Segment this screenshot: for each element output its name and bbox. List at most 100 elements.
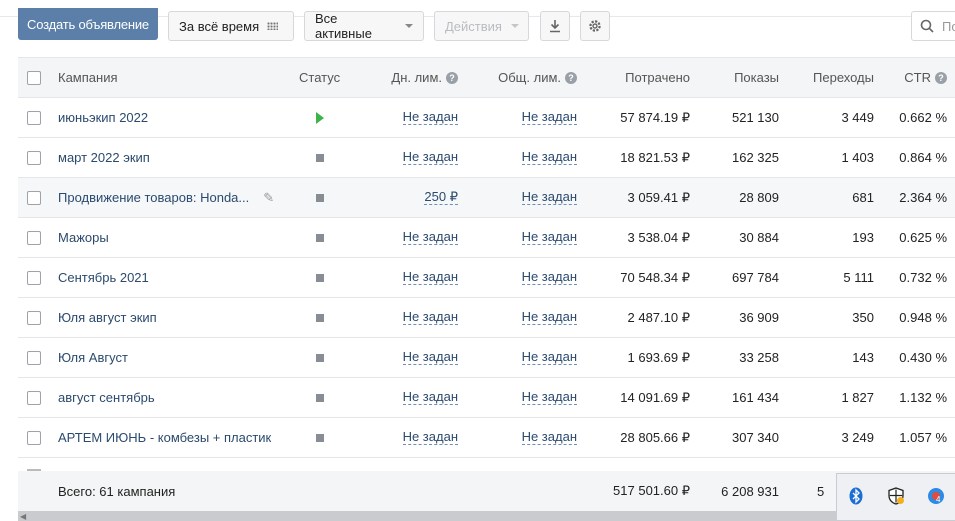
status-stopped-icon[interactable] [316, 393, 324, 402]
header-spent[interactable]: Потрачено [578, 58, 690, 97]
header-ctr[interactable]: CTR? [878, 58, 947, 97]
daily-limit-link[interactable]: 250 ₽ [424, 190, 458, 205]
table-row[interactable]: Сентябрь 2021 Не задан Не задан 70 548.34 ₽… [18, 258, 955, 298]
help-icon[interactable]: ? [446, 71, 458, 84]
row-checkbox-wrap[interactable] [27, 338, 41, 377]
search-input[interactable]: По [911, 11, 955, 41]
campaign-name-cell[interactable]: март 2022 экип [58, 138, 150, 177]
status-stopped-icon[interactable] [316, 273, 324, 282]
total-limit-cell[interactable]: Не задан [478, 218, 577, 257]
row-checkbox-wrap[interactable] [27, 218, 41, 257]
campaign-name[interactable]: июньэкип 2022 [58, 110, 148, 125]
daily-limit-link[interactable]: Не задан [402, 350, 458, 365]
table-row[interactable]: август сентябрь Не задан Не задан 14 091.69… [18, 378, 955, 418]
actions-select[interactable]: Действия [434, 11, 529, 41]
campaign-name-cell[interactable]: АРТЕМ ИЮНЬ - комбезы + пластик [58, 418, 271, 457]
total-limit-link[interactable]: Не задан [521, 110, 577, 125]
daily-limit-cell[interactable]: Не задан [358, 418, 458, 457]
daily-limit-cell[interactable]: Не задан [358, 98, 458, 137]
daily-limit-link[interactable]: Не задан [402, 150, 458, 165]
total-limit-link[interactable]: Не задан [521, 430, 577, 445]
total-limit-link[interactable]: Не задан [521, 310, 577, 325]
total-limit-cell[interactable]: Не задан [478, 138, 577, 177]
row-checkbox-wrap[interactable] [27, 138, 41, 177]
daily-limit-cell[interactable]: Не задан [358, 218, 458, 257]
header-daily-limit[interactable]: Дн. лим.? [358, 58, 458, 97]
daily-limit-cell[interactable]: Не задан [358, 298, 458, 337]
daily-limit-cell[interactable]: Не задан [358, 338, 458, 377]
campaign-name[interactable]: Сентябрь 2021 [58, 270, 149, 285]
daily-limit-cell[interactable]: 250 ₽ [358, 178, 458, 217]
total-limit-cell[interactable]: Не задан [478, 298, 577, 337]
table-row[interactable]: Мажоры Не задан Не задан 3 538.04 ₽ 30 884 19… [18, 218, 955, 258]
row-checkbox[interactable] [27, 150, 41, 165]
status-stopped-icon[interactable] [316, 433, 324, 442]
campaign-name-cell[interactable]: Юля Август [58, 338, 128, 377]
daily-limit-link[interactable]: Не задан [402, 270, 458, 285]
total-limit-cell[interactable]: Не задан [478, 258, 577, 297]
row-checkbox[interactable] [27, 430, 41, 445]
total-limit-link[interactable]: Не задан [521, 350, 577, 365]
campaign-name[interactable]: Мажоры [58, 230, 109, 245]
campaign-name-cell[interactable]: Продвижение товаров: Honda... ✎ [58, 178, 274, 217]
horizontal-scrollbar[interactable]: ◀ [18, 511, 955, 521]
campaign-name[interactable]: Юля август экип [58, 310, 157, 325]
row-checkbox[interactable] [27, 350, 41, 365]
status-stopped-icon[interactable] [316, 153, 324, 162]
status-cell[interactable] [308, 338, 332, 377]
table-row[interactable]: Юля Август Не задан Не задан 1 693.69 ₽ 33 2… [18, 338, 955, 378]
table-row[interactable]: АРТЕМ ИЮНЬ - комбезы + пластик Не задан Не… [18, 418, 955, 458]
daily-limit-link[interactable]: Не задан [402, 390, 458, 405]
status-stopped-icon[interactable] [316, 313, 324, 322]
status-cell[interactable] [308, 178, 332, 217]
total-limit-cell[interactable]: Не задан [478, 338, 577, 377]
total-limit-cell[interactable]: Не задан [478, 178, 577, 217]
campaign-name-cell[interactable]: август сентябрь [58, 378, 155, 417]
campaign-name[interactable]: АРТЕМ ИЮНЬ - комбезы + пластик [58, 430, 271, 445]
total-limit-cell[interactable]: Не задан [478, 418, 577, 457]
daily-limit-cell[interactable]: Не задан [358, 258, 458, 297]
status-stopped-icon[interactable] [316, 233, 324, 242]
row-checkbox[interactable] [27, 270, 41, 285]
header-clicks[interactable]: Переходы [788, 58, 874, 97]
campaign-name-cell[interactable]: Юля август экип [58, 298, 157, 337]
total-limit-link[interactable]: Не задан [521, 230, 577, 245]
daily-limit-cell[interactable]: Не задан [358, 138, 458, 177]
status-cell[interactable] [308, 298, 332, 337]
daily-limit-cell[interactable]: Не задан [358, 378, 458, 417]
status-cell[interactable] [308, 98, 332, 137]
security-shield-icon[interactable] [887, 487, 905, 505]
row-checkbox[interactable] [27, 310, 41, 325]
scroll-left-icon[interactable]: ◀ [20, 512, 26, 521]
select-all-checkbox-wrap[interactable] [27, 58, 41, 97]
table-row[interactable]: Продвижение товаров: Honda... ✎ 250 ₽ Не за… [18, 178, 955, 218]
row-checkbox-wrap[interactable] [27, 298, 41, 337]
daily-limit-link[interactable]: Не задан [402, 430, 458, 445]
bluetooth-icon[interactable] [847, 487, 865, 505]
status-filter-select[interactable]: Все активные [304, 11, 424, 41]
campaign-name[interactable]: август сентябрь [58, 390, 155, 405]
period-select[interactable]: За всё время [168, 11, 294, 41]
header-campaign[interactable]: Кампания [58, 58, 118, 97]
header-impressions[interactable]: Показы [698, 58, 779, 97]
total-limit-cell[interactable]: Не задан [478, 378, 577, 417]
status-active-icon[interactable] [316, 111, 324, 124]
total-limit-link[interactable]: Не задан [521, 270, 577, 285]
table-row[interactable]: Юля август экип Не задан Не задан 2 487.10 … [18, 298, 955, 338]
total-limit-link[interactable]: Не задан [521, 190, 577, 205]
daily-limit-link[interactable]: Не задан [402, 110, 458, 125]
campaign-name[interactable]: март 2022 экип [58, 150, 150, 165]
row-checkbox-wrap[interactable] [27, 178, 41, 217]
row-checkbox-wrap[interactable] [27, 418, 41, 457]
status-cell[interactable] [308, 378, 332, 417]
row-checkbox[interactable] [27, 190, 41, 205]
status-stopped-icon[interactable] [316, 353, 324, 362]
help-icon[interactable]: ? [935, 71, 947, 84]
row-checkbox-wrap[interactable] [27, 378, 41, 417]
total-limit-cell[interactable]: Не задан [478, 98, 577, 137]
help-icon[interactable]: ? [565, 71, 577, 84]
header-status[interactable]: Статус [299, 58, 340, 97]
download-button[interactable] [540, 11, 570, 41]
status-cell[interactable] [308, 138, 332, 177]
total-limit-link[interactable]: Не задан [521, 150, 577, 165]
